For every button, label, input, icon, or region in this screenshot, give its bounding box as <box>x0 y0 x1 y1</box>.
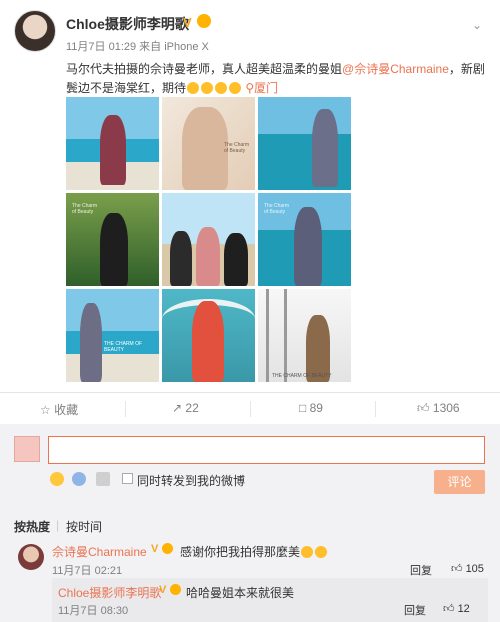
photo-thumbnail[interactable]: THE CHARM OF BEAUTY <box>258 289 351 382</box>
photo-caption: THE CHARM OF BEAUTY <box>104 341 143 353</box>
photo-thumbnail[interactable] <box>162 289 255 382</box>
reply-reply-button[interactable]: 回复 <box>404 602 426 618</box>
chevron-down-icon[interactable]: ⌄ <box>472 18 482 32</box>
comment-text-body: 感谢你把我拍得那麼美 <box>180 545 301 559</box>
photo-thumbnail[interactable]: The Charm of Beauty <box>258 193 351 286</box>
comment-count: 89 <box>309 401 323 415</box>
weibo-post: Chloe摄影师李明歌 V 11月7日 01:29 来自 iPhone X ⌄ … <box>0 0 500 392</box>
comment-like-button[interactable]: 👍︎ 105 <box>451 562 484 575</box>
post-text-part1: 马尔代夫拍摄的佘诗曼老师，真人超美超温柔的曼姐 <box>66 62 343 76</box>
my-avatar[interactable] <box>14 436 40 462</box>
reply-text: 哈哈曼姐本来就很美 <box>186 586 295 600</box>
divider <box>125 401 126 417</box>
like-button[interactable]: 👍︎ 1306 <box>417 401 460 416</box>
heart-eyes-emoji-icon <box>301 546 314 558</box>
verified-v-icon: V <box>159 584 167 596</box>
reply-like-count: 12 <box>457 603 470 615</box>
photo-thumbnail[interactable]: The Charm of Beauty <box>66 193 159 286</box>
like-count: 1306 <box>432 401 460 415</box>
heart-eyes-emoji-icon <box>187 82 200 94</box>
commenter-avatar[interactable] <box>18 544 44 570</box>
post-meta: 11月7日 01:29 来自 iPhone X <box>66 41 209 53</box>
repost-count: 22 <box>185 401 199 415</box>
reply-button[interactable]: 回复 <box>410 562 432 578</box>
thumbs-up-icon: 👍︎ <box>417 401 430 415</box>
photo-caption: The Charm of Beauty <box>264 203 290 215</box>
verified-v-icon: V <box>183 15 192 30</box>
vip-crown-icon <box>162 543 173 554</box>
collect-label: 收藏 <box>54 403 79 417</box>
photo-thumbnail[interactable] <box>258 97 351 190</box>
heart-eyes-emoji-icon <box>315 546 328 558</box>
post-action-bar: ☆ 收藏 ↗ 22 □ 89 👍︎ 1306 <box>0 392 500 424</box>
comment-button[interactable]: □ 89 <box>299 401 323 415</box>
thumbs-up-icon: 👍︎ <box>451 563 463 575</box>
post-text: 马尔代夫拍摄的佘诗曼老师，真人超美超温柔的曼姐@佘诗曼Charmaine，新剧鬓… <box>66 60 486 98</box>
comment-time: 11月7日 02:21 <box>52 565 123 577</box>
topic-icon[interactable] <box>72 472 86 486</box>
sort-by-time-tab[interactable]: 按时间 <box>66 518 102 535</box>
comment-icon: □ <box>299 401 307 415</box>
photo-thumbnail[interactable] <box>66 97 159 190</box>
comment-text: 感谢你把我拍得那麼美 <box>180 543 328 560</box>
image-icon[interactable] <box>96 472 110 486</box>
heart-eyes-emoji-icon <box>229 82 242 94</box>
heart-eyes-emoji-icon <box>215 82 228 94</box>
author-avatar[interactable] <box>14 10 56 52</box>
repost-option-label: 同时转发到我的微博 <box>137 474 246 488</box>
repost-checkbox[interactable] <box>122 473 133 484</box>
collect-button[interactable]: ☆ 收藏 <box>40 401 78 418</box>
comment-input[interactable] <box>48 436 485 464</box>
photo-thumbnail[interactable]: The Charm of Beauty <box>162 97 255 190</box>
star-icon: ☆ <box>40 403 51 417</box>
author-name[interactable]: Chloe摄影师李明歌 <box>66 14 189 34</box>
repost-button[interactable]: ↗ 22 <box>172 401 199 415</box>
comment-like-count: 105 <box>465 563 484 575</box>
vip-crown-icon <box>170 584 181 595</box>
location-pin-icon: ⚲ <box>245 81 255 95</box>
photo-thumbnail[interactable]: THE CHARM OF BEAUTY <box>66 289 159 382</box>
commenter-name[interactable]: 佘诗曼Charmaine <box>52 543 147 560</box>
photo-thumbnail[interactable] <box>162 193 255 286</box>
verified-v-icon: V <box>151 543 159 555</box>
submit-comment-button[interactable]: 评论 <box>434 470 485 494</box>
emoji-icon[interactable] <box>50 472 64 486</box>
sort-by-hot-tab[interactable]: 按热度 <box>14 518 50 535</box>
divider <box>375 401 376 417</box>
photo-caption: The Charm of Beauty <box>72 203 98 215</box>
reply-author-name[interactable]: Chloe摄影师李明歌 <box>58 584 161 601</box>
sort-divider: | <box>56 518 60 532</box>
heart-eyes-emoji-icon <box>201 82 214 94</box>
mention-link[interactable]: @佘诗曼Charmaine <box>342 62 449 76</box>
repost-icon: ↗ <box>172 401 183 415</box>
vip-crown-icon <box>197 14 211 28</box>
photo-caption: The Charm of Beauty <box>224 142 250 154</box>
location-link[interactable]: 厦门 <box>254 81 278 95</box>
reply-time: 11月7日 08:30 <box>58 605 129 617</box>
divider <box>250 401 251 417</box>
reply-like-button[interactable]: 👍︎ 12 <box>443 602 470 615</box>
photo-caption: THE CHARM OF BEAUTY <box>272 373 332 379</box>
thumbs-up-icon: 👍︎ <box>443 603 455 615</box>
